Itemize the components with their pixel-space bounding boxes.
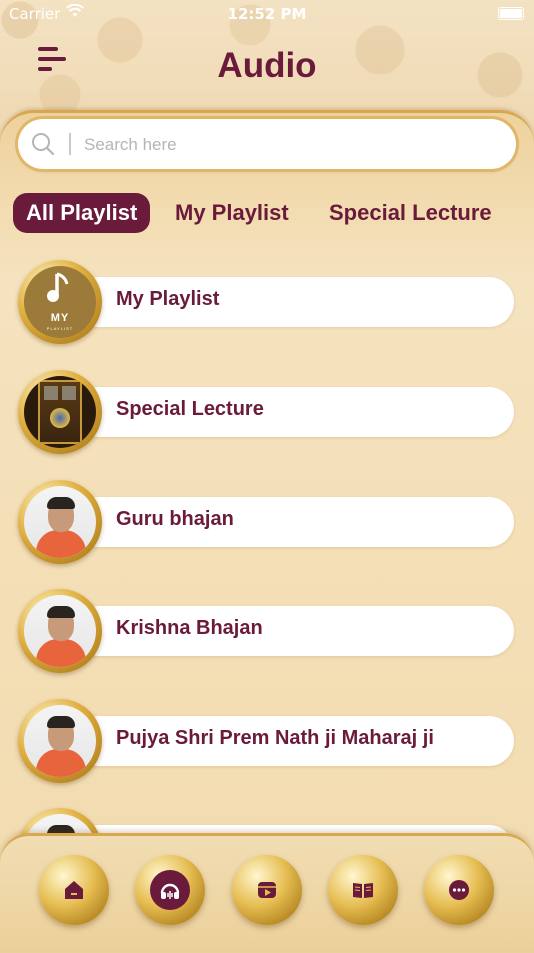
- playlist-tabs: All Playlist My Playlist Special Lecture: [0, 193, 534, 235]
- playlist-thumbnail: MY PLAYLIST: [18, 260, 102, 344]
- search-divider: [69, 133, 71, 155]
- book-icon: [343, 870, 383, 910]
- status-time: 12:52 PM: [227, 5, 307, 23]
- home-icon: [54, 870, 94, 910]
- playlist-thumbnail: [18, 699, 102, 783]
- playlist-row[interactable]: Guru bhajan: [18, 480, 516, 566]
- playlist-thumbnail: [18, 370, 102, 454]
- playlist-title: Guru bhajan: [116, 508, 234, 530]
- music-note-icon: [47, 272, 73, 304]
- playlist-thumbnail: [18, 480, 102, 564]
- more-icon: [439, 870, 479, 910]
- nav-book-button[interactable]: [328, 855, 398, 925]
- tab-special-lecture[interactable]: Special Lecture: [329, 193, 492, 233]
- playlist-row[interactable]: Krishna Bhajan: [18, 589, 516, 675]
- playlist-title: My Playlist: [116, 288, 220, 310]
- status-bar: Carrier 12:52 PM: [0, 0, 534, 28]
- nav-home-button[interactable]: [39, 855, 109, 925]
- playlist-row[interactable]: Pujya Shri Prem Nath ji Maharaj ji: [18, 699, 516, 785]
- playlist-thumbnail: [18, 589, 102, 673]
- playlist-title: Krishna Bhajan: [116, 617, 263, 639]
- playlist-title: Special Lecture: [116, 398, 264, 420]
- playlist-title: Pujya Shri Prem Nath ji Maharaj ji: [116, 727, 434, 749]
- tab-all-playlist[interactable]: All Playlist: [13, 193, 151, 233]
- audio-headphones-icon: [150, 870, 190, 910]
- video-icon: [247, 870, 287, 910]
- nav-more-button[interactable]: [424, 855, 494, 925]
- search-icon: [30, 131, 56, 157]
- search-input[interactable]: [82, 129, 496, 161]
- thumbnail-subtext: PLAYLIST: [46, 326, 74, 331]
- nav-video-button[interactable]: [232, 855, 302, 925]
- page-title: Audio: [217, 46, 317, 85]
- playlist-row[interactable]: MY PLAYLIST My Playlist: [18, 260, 516, 346]
- search-bar[interactable]: [18, 119, 516, 169]
- thumbnail-text: MY: [50, 312, 70, 324]
- battery-icon: [498, 7, 524, 20]
- nav-audio-button[interactable]: [135, 855, 205, 925]
- tab-my-playlist[interactable]: My Playlist: [175, 193, 289, 233]
- playlist-row[interactable]: Special Lecture: [18, 370, 516, 456]
